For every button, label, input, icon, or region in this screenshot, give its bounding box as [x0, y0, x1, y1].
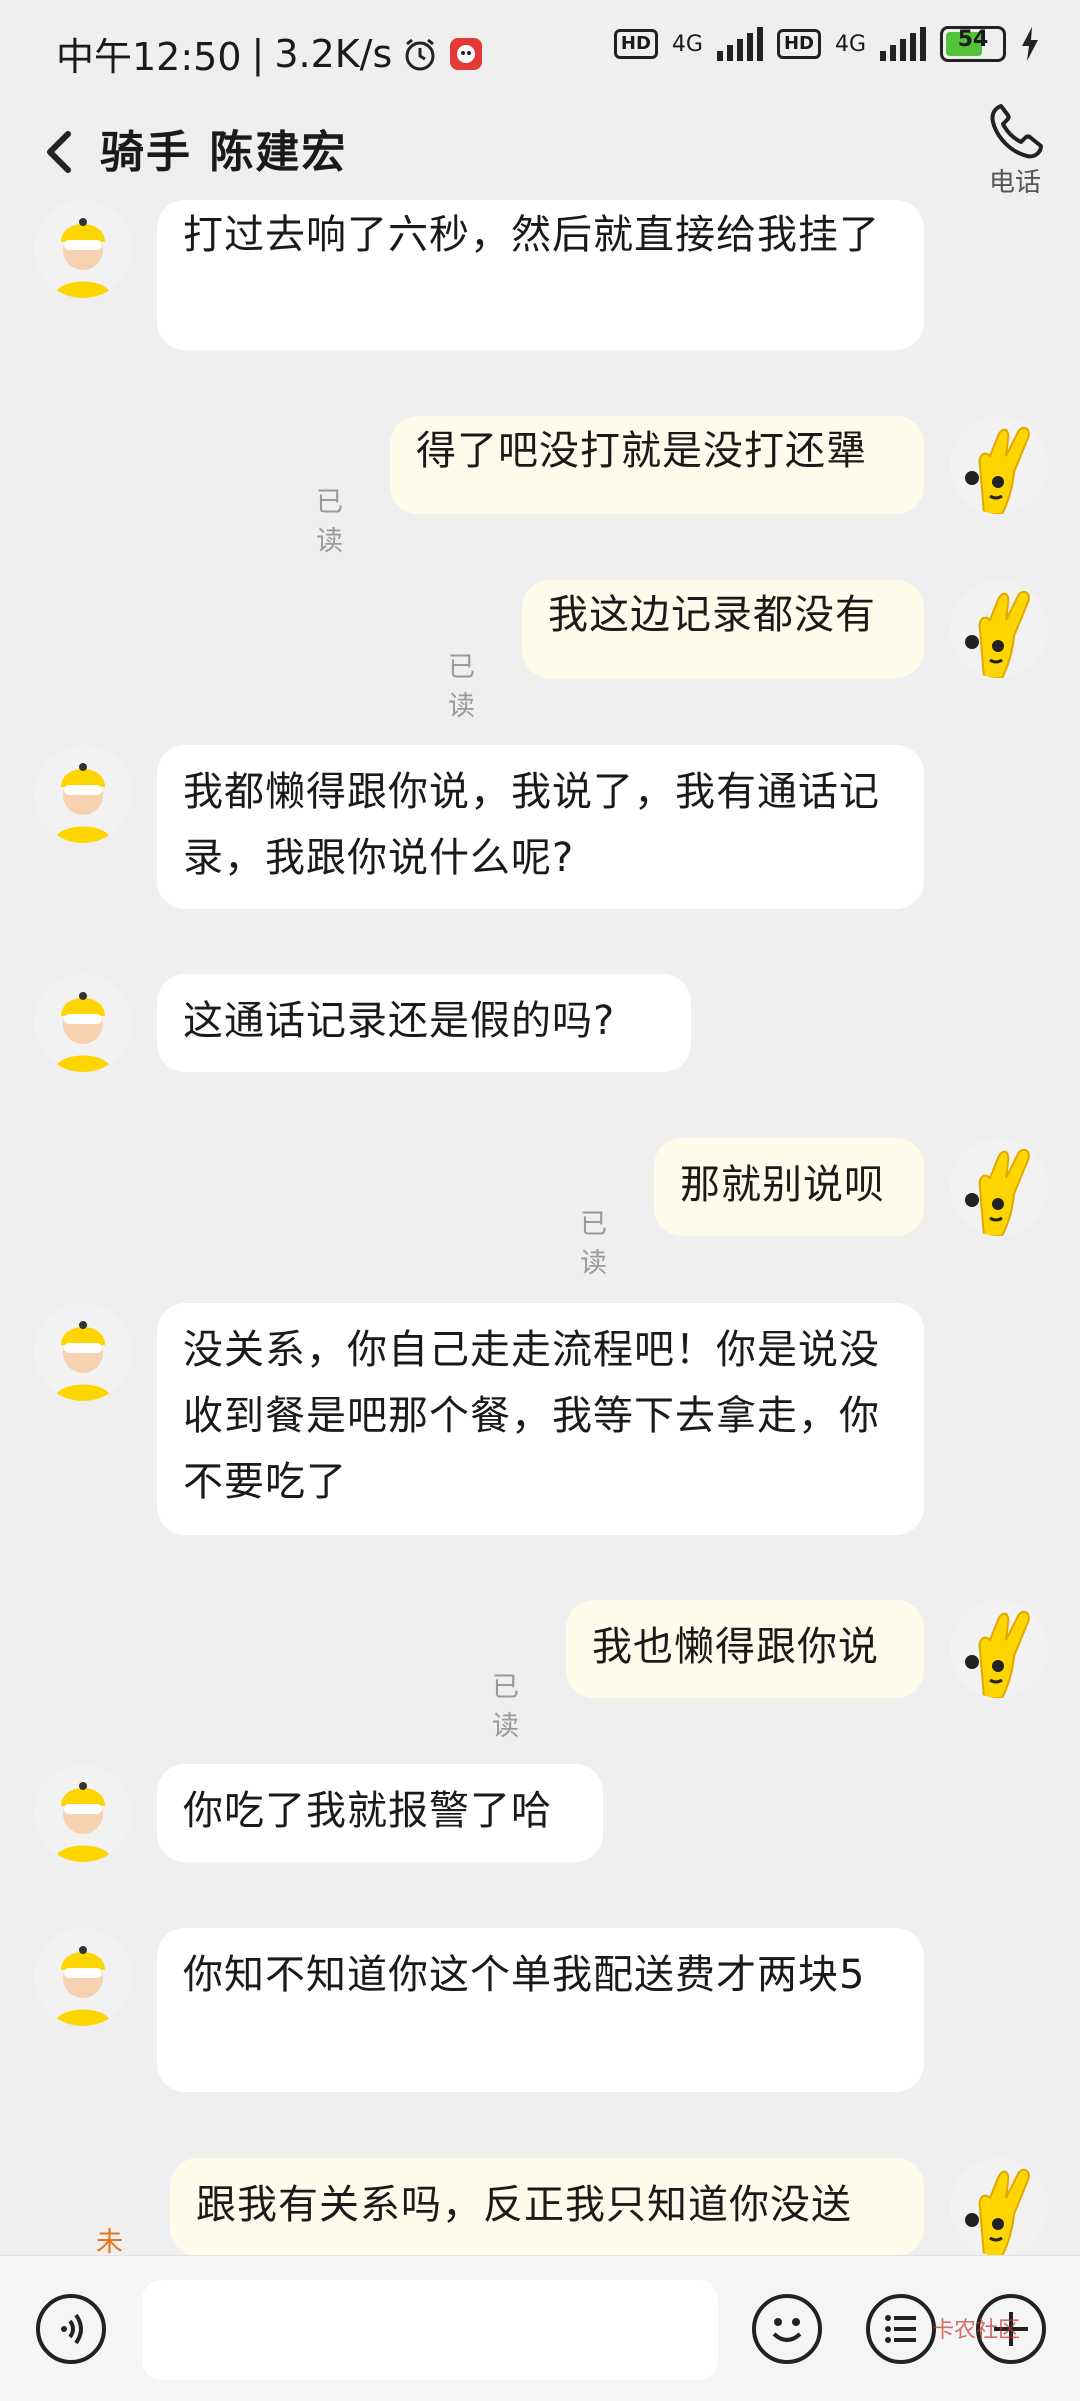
read-status: 已读	[448, 652, 475, 722]
status-divider: |	[251, 31, 265, 76]
rider-avatar[interactable]	[34, 745, 132, 843]
rider-avatar[interactable]	[34, 200, 132, 298]
my-avatar[interactable]	[950, 1600, 1048, 1698]
rider-avatar-icon	[34, 974, 132, 1072]
unread-status: 未读	[96, 2227, 123, 2255]
my-avatar-icon	[950, 416, 1048, 514]
status-speed: 3.2K/s	[274, 31, 393, 76]
battery-icon: 54	[940, 26, 1006, 62]
my-avatar[interactable]	[950, 580, 1048, 678]
message-input[interactable]	[142, 2280, 718, 2380]
my-avatar[interactable]	[950, 1138, 1048, 1236]
read-status: 已读	[316, 487, 343, 557]
message-bubble[interactable]: 你知不知道你这个单我配送费才两块5	[157, 1928, 924, 2092]
status-right: HD 4G HD 4G 54	[613, 26, 1040, 62]
rider-avatar[interactable]	[34, 1303, 132, 1401]
message-bubble[interactable]: 跟我有关系吗，反正我只知道你没送	[170, 2158, 924, 2255]
network-type-2: 4G	[834, 31, 866, 57]
back-arrow-icon[interactable]	[36, 122, 86, 182]
battery-level: 54	[957, 27, 989, 52]
menu-button[interactable]	[866, 2294, 936, 2364]
watermark: 卡农社区	[931, 2318, 1020, 2343]
my-avatar[interactable]	[950, 416, 1048, 514]
list-menu-icon[interactable]	[870, 2298, 932, 2360]
rider-avatar[interactable]	[34, 974, 132, 1072]
message-bubble[interactable]: 那就别说呗	[654, 1138, 924, 1236]
rider-avatar-icon	[34, 1764, 132, 1862]
message-bubble[interactable]: 你吃了我就报警了哈	[157, 1764, 603, 1862]
voice-icon[interactable]	[40, 2298, 102, 2360]
phone-icon[interactable]	[985, 100, 1045, 162]
rider-avatar-icon	[34, 200, 132, 298]
hd-badge-2: HD	[776, 29, 821, 59]
charging-icon	[1022, 27, 1038, 61]
rider-avatar-icon	[34, 1303, 132, 1401]
my-avatar-icon	[950, 2158, 1048, 2255]
signal-icon-2	[880, 27, 926, 61]
chat-header: 骑手 陈建宏 电话	[0, 100, 1080, 204]
my-avatar-icon	[950, 1600, 1048, 1698]
status-time: 中午12:50	[56, 35, 242, 79]
my-avatar-icon	[950, 1138, 1048, 1236]
emoji-icon[interactable]	[756, 2298, 818, 2360]
status-left: 中午12:50 | 3.2K/s	[56, 26, 484, 81]
rider-avatar[interactable]	[34, 1764, 132, 1862]
rider-avatar-icon	[34, 1928, 132, 2026]
my-avatar[interactable]	[950, 2158, 1048, 2255]
message-bubble[interactable]: 这通话记录还是假的吗?	[157, 974, 691, 1072]
message-bubble[interactable]: 我也懒得跟你说	[566, 1600, 924, 1698]
call-label: 电话	[988, 168, 1041, 198]
emoji-button[interactable]	[752, 2294, 822, 2364]
rider-avatar-icon	[34, 745, 132, 843]
message-bubble[interactable]: 我都懒得跟你说，我说了，我有通话记录，我跟你说什么呢?	[157, 745, 924, 909]
message-bubble[interactable]: 打过去响了六秒，然后就直接给我挂了	[157, 200, 924, 350]
signal-icon-1	[716, 27, 763, 61]
message-bubble[interactable]: 没关系，你自己走走流程吧！你是说没收到餐是吧那个餐，我等下去拿走，你不要吃了	[157, 1303, 924, 1535]
chat-title: 骑手 陈建宏	[100, 127, 348, 178]
network-type-1: 4G	[671, 31, 703, 57]
call-button[interactable]: 电话	[980, 100, 1050, 199]
message-bubble[interactable]: 我这边记录都没有	[522, 580, 924, 678]
app-notification-icon	[450, 37, 483, 70]
rider-avatar[interactable]	[34, 1928, 132, 2026]
read-status: 已读	[580, 1209, 607, 1279]
input-bar: 卡农社区	[0, 2255, 1080, 2401]
read-status: 已读	[492, 1672, 519, 1742]
message-bubble[interactable]: 得了吧没打就是没打还犟	[390, 416, 924, 514]
my-avatar-icon	[950, 580, 1048, 678]
alarm-icon	[405, 38, 435, 70]
chat-messages[interactable]: 打过去响了六秒，然后就直接给我挂了 已读 得了吧没打就是没打还犟 已读 我这边记…	[0, 200, 1080, 2255]
status-bar: 中午12:50 | 3.2K/s HD 4G HD 4G 54	[0, 0, 1080, 100]
hd-badge-1: HD	[613, 29, 658, 59]
voice-button[interactable]	[36, 2294, 106, 2364]
